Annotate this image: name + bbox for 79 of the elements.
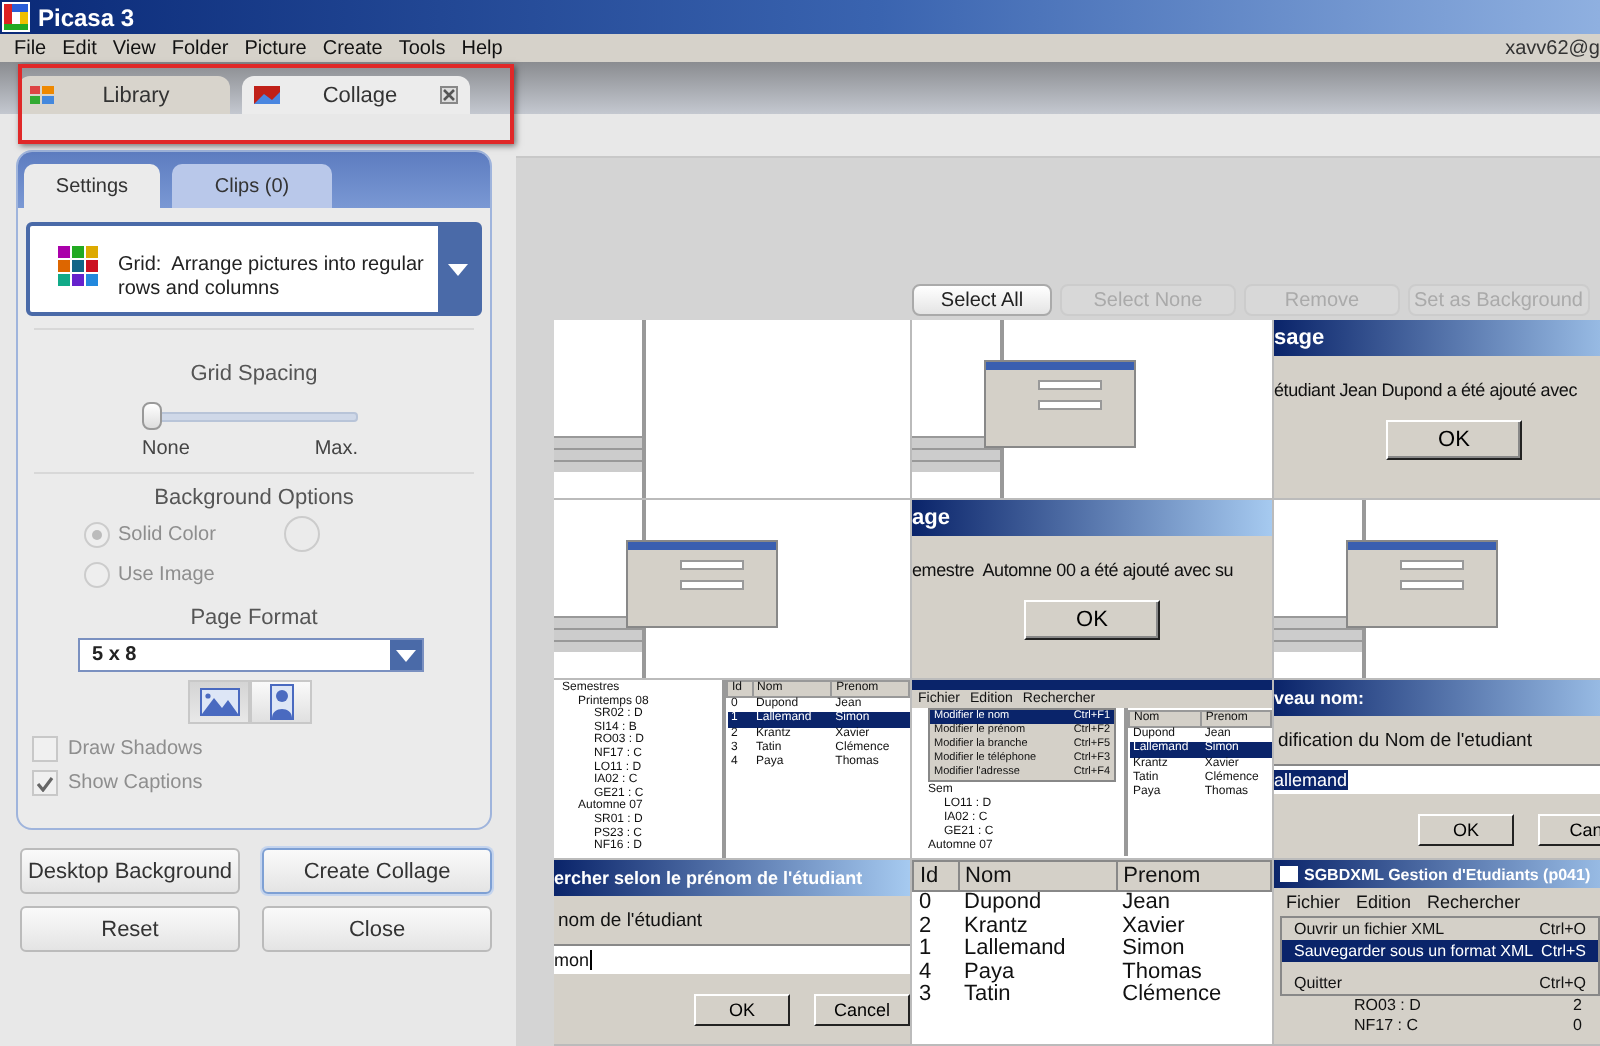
column-header: Id	[913, 861, 959, 891]
orientation-button[interactable]	[188, 680, 250, 724]
menu-item[interactable]: Fichier	[1286, 892, 1341, 912]
dialog-button[interactable]: OK	[694, 994, 790, 1026]
tab[interactable]: Settings	[24, 164, 160, 208]
window-title: Picasa 3	[38, 3, 135, 31]
tab[interactable]: Clips (0)	[172, 164, 332, 208]
menu-item[interactable]: Create	[314, 37, 391, 59]
menu-item[interactable]: Picture	[236, 37, 315, 59]
menu-item[interactable]: Rechercher	[1427, 892, 1521, 912]
section-title: Page Format	[188, 606, 320, 630]
menu-item[interactable]: Quitter Ctrl+Q	[1282, 972, 1598, 994]
orientation-button[interactable]	[250, 680, 312, 724]
ok-button[interactable]: OK	[1024, 600, 1160, 640]
app-logo-icon	[2, 2, 30, 32]
dialog-message: emestre Automne 00 a été ajouté avec su	[912, 560, 1234, 580]
section-title: Background Options	[152, 486, 356, 510]
menu-item[interactable]: Tools	[390, 37, 454, 59]
landscape-icon	[199, 688, 239, 716]
checkbox-label: Show Captions	[68, 772, 203, 794]
action-button[interactable]: Reset	[20, 906, 240, 952]
menu-item[interactable]: Folder	[163, 37, 237, 59]
action-button[interactable]: Create Collage	[262, 848, 492, 894]
page-format-select[interactable]: 5 x 8	[78, 638, 424, 672]
dialog-message: étudiant Jean Dupond a été ajouté avec	[1274, 380, 1578, 400]
menu-item[interactable]: Help	[453, 37, 511, 59]
dialog-message: nom de l'étudiant	[558, 910, 703, 932]
table-row[interactable]: 1 Lallemand Simon	[913, 938, 1271, 961]
table-cell: 0	[1573, 1016, 1582, 1034]
table-cell: 2	[1573, 996, 1582, 1014]
portrait-icon	[269, 684, 293, 720]
dialog-title: ercher selon le prénom de l'étudiant	[554, 868, 863, 888]
input-field[interactable]: allemand	[1274, 764, 1600, 794]
account-email: xavv62@g	[1503, 37, 1600, 59]
tab[interactable]: Library	[18, 76, 230, 114]
dialog-title: veau nom:	[1274, 688, 1365, 708]
tree-item: NF17 : C	[1354, 1016, 1419, 1034]
table-row[interactable]: 3 Tatin Clémence	[913, 984, 1271, 1007]
tab[interactable]: Collage	[242, 76, 470, 114]
menu-item[interactable]: Edit	[54, 37, 105, 59]
grid-icon	[30, 86, 54, 104]
column-header: Prenom	[1116, 861, 1271, 891]
grid-spacing-slider[interactable]	[142, 402, 358, 430]
slider-thumb[interactable]	[142, 402, 162, 430]
dropdown-arrow-icon[interactable]	[448, 263, 468, 275]
dialog-button[interactable]: OK	[1418, 814, 1514, 846]
dialog-message: dification du Nom de l'etudiant	[1278, 730, 1532, 752]
column-header: Nom	[958, 861, 1117, 891]
menu-item[interactable]: Edition	[1356, 892, 1412, 912]
dialog-title: sage	[1274, 326, 1325, 350]
table-row[interactable]: 4 Paya Thomas	[913, 961, 1271, 984]
dialog-title: age	[912, 506, 950, 530]
color-swatch[interactable]	[283, 516, 320, 552]
radio-label: Solid Color	[118, 523, 216, 545]
grid-layout-icon	[58, 246, 98, 286]
close-icon[interactable]	[440, 86, 458, 104]
dialog-title: SGBDXML Gestion d'Etudiants (p041)	[1304, 865, 1591, 883]
slider-min-label: None	[142, 438, 190, 460]
slider-max-label: Max.	[314, 438, 358, 460]
dropdown-arrow-icon[interactable]	[396, 649, 416, 661]
table-row[interactable]: 2 Krantz Xavier	[913, 915, 1271, 938]
table-row[interactable]: 0 Dupond Jean	[913, 891, 1271, 915]
tree-item: RO03 : D	[1354, 996, 1421, 1014]
radio-label: Use Image	[118, 563, 215, 585]
input-field[interactable]: mon	[554, 944, 910, 974]
section-title: Grid Spacing	[188, 362, 320, 386]
menu-item[interactable]: Ouvrir un fichier XML Ctrl+O	[1282, 918, 1598, 940]
action-button[interactable]: Desktop Background	[20, 848, 240, 894]
layout-dropdown[interactable]: Grid: Arrange pictures into regular rows and columns	[26, 222, 482, 316]
window-icon	[1280, 866, 1298, 882]
action-button[interactable]: Close	[262, 906, 492, 952]
dialog-button[interactable]: Cancel	[814, 994, 910, 1026]
menu-item[interactable]: File	[6, 37, 55, 59]
ok-button[interactable]: OK	[1386, 420, 1522, 460]
checkbox-label: Draw Shadows	[68, 738, 203, 760]
menu-item[interactable]: Sauvegarder sous un format XML Ctrl+S	[1282, 940, 1598, 962]
toolbar-button[interactable]: Select All	[912, 284, 1052, 316]
menu-item[interactable]: View	[104, 37, 164, 59]
picture-icon	[254, 86, 280, 104]
